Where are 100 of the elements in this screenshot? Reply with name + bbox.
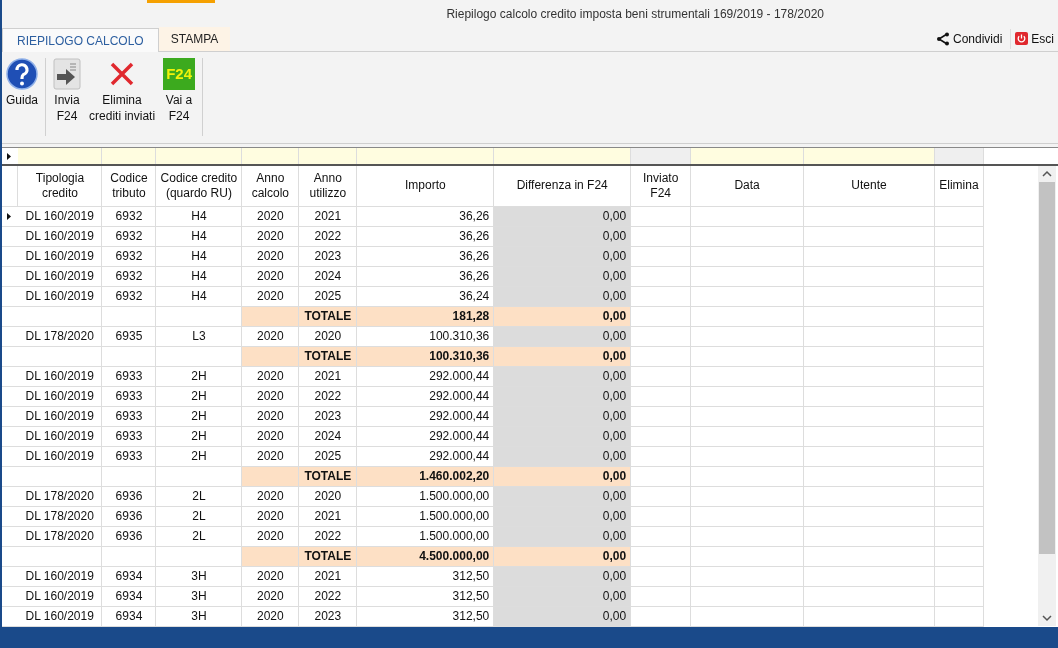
table-cell: 2020 bbox=[241, 226, 299, 246]
table-cell: 6936 bbox=[101, 486, 156, 506]
scroll-down-icon[interactable] bbox=[1042, 614, 1052, 622]
column-header[interactable]: Anno utilizzo bbox=[298, 166, 357, 206]
filter-cell[interactable] bbox=[156, 148, 242, 164]
filter-cell[interactable] bbox=[18, 148, 102, 164]
column-header[interactable]: Elimina bbox=[934, 166, 984, 206]
table-cell: 6934 bbox=[101, 586, 156, 606]
table-cell: 2021 bbox=[298, 366, 357, 386]
table-cell: 6936 bbox=[101, 526, 156, 546]
filter-cell[interactable] bbox=[494, 148, 631, 164]
table-cell: 2020 bbox=[298, 486, 357, 506]
table-cell: 2020 bbox=[241, 446, 299, 466]
help-button[interactable]: Guida bbox=[2, 58, 43, 108]
table-cell: 2020 bbox=[241, 246, 299, 266]
column-header[interactable]: Importo bbox=[356, 166, 494, 206]
table-cell: 2H bbox=[155, 406, 242, 426]
table-cell: DL 178/2020 bbox=[18, 526, 102, 546]
table-cell: DL 178/2020 bbox=[18, 506, 102, 526]
table-cell: 36,24 bbox=[356, 286, 494, 306]
table-cell: 2022 bbox=[298, 226, 357, 246]
table-cell: 2H bbox=[155, 366, 242, 386]
filter-cell[interactable] bbox=[804, 148, 935, 164]
table-cell: DL 160/2019 bbox=[18, 586, 102, 606]
table-cell: DL 178/2020 bbox=[18, 326, 102, 346]
table-cell: DL 160/2019 bbox=[18, 446, 102, 466]
column-header[interactable]: Tipologia credito bbox=[18, 166, 102, 206]
table-cell: 6934 bbox=[101, 606, 156, 626]
table-cell: DL 160/2019 bbox=[18, 226, 102, 246]
exit-button[interactable]: Esci bbox=[1010, 28, 1058, 49]
table-cell: 292.000,44 bbox=[356, 426, 494, 446]
table-cell: 2023 bbox=[298, 246, 357, 266]
table-cell: 292.000,44 bbox=[356, 386, 494, 406]
table-cell: 2020 bbox=[241, 266, 299, 286]
delete-button[interactable]: Elimina crediti inviati bbox=[85, 58, 160, 124]
table-cell: 1.500.000,00 bbox=[356, 526, 494, 546]
table-cell: 2020 bbox=[241, 586, 299, 606]
table-cell: 2L bbox=[155, 506, 242, 526]
row-pointer-icon bbox=[7, 152, 11, 160]
table-cell: 2020 bbox=[241, 426, 299, 446]
table-cell: 2020 bbox=[241, 526, 299, 546]
send-icon bbox=[53, 58, 82, 90]
table-cell: 1.500.000,00 bbox=[356, 506, 494, 526]
table-cell: 6932 bbox=[101, 246, 156, 266]
table-cell: 2020 bbox=[241, 206, 299, 226]
table-cell: DL 160/2019 bbox=[18, 266, 102, 286]
help-icon bbox=[6, 58, 38, 90]
table-cell: 2021 bbox=[298, 206, 357, 226]
table-cell: 100.310,36 bbox=[356, 326, 494, 346]
table-cell: 2H bbox=[155, 426, 242, 446]
send-button[interactable]: Invia F24 bbox=[49, 58, 86, 124]
table-cell: 6933 bbox=[101, 426, 156, 446]
filter-cell[interactable] bbox=[631, 148, 691, 164]
table-cell: 312,50 bbox=[356, 566, 494, 586]
column-header[interactable]: Utente bbox=[803, 166, 935, 206]
filter-cell[interactable] bbox=[357, 148, 494, 164]
table-cell: H4 bbox=[155, 206, 242, 226]
tab[interactable]: STAMPA bbox=[158, 27, 231, 51]
f24-logo: F24 bbox=[163, 58, 196, 90]
table-cell: 36,26 bbox=[356, 266, 494, 286]
f24-button[interactable]: F24 Vai a F24 bbox=[159, 58, 200, 124]
table-cell: 6934 bbox=[101, 566, 156, 586]
scroll-up-icon[interactable] bbox=[1042, 170, 1052, 178]
scroll-thumb[interactable] bbox=[1039, 182, 1055, 554]
table-cell: 2020 bbox=[241, 606, 299, 626]
tab[interactable]: RIEPILOGO CALCOLO bbox=[2, 28, 159, 52]
table-cell: 312,50 bbox=[356, 586, 494, 606]
column-header[interactable]: Codice credito (quardo RU) bbox=[155, 166, 242, 206]
table-cell: 6933 bbox=[101, 386, 156, 406]
column-header[interactable]: Differenza in F24 bbox=[493, 166, 631, 206]
column-header[interactable]: Anno calcolo bbox=[241, 166, 299, 206]
table-cell: 2020 bbox=[241, 286, 299, 306]
table-cell: 2020 bbox=[241, 386, 299, 406]
table-cell: 2020 bbox=[241, 366, 299, 386]
table-cell: 2025 bbox=[298, 286, 357, 306]
table-cell: DL 160/2019 bbox=[18, 386, 102, 406]
filter-cell[interactable] bbox=[935, 148, 984, 164]
table-cell: DL 160/2019 bbox=[18, 606, 102, 626]
table-cell: 292.000,44 bbox=[356, 406, 494, 426]
window-title: Riepilogo calcolo credito imposta beni strumentali 169/2019 - 178/2020 bbox=[446, 6, 824, 23]
scrollbar[interactable] bbox=[1038, 166, 1056, 626]
table-cell: 6932 bbox=[101, 266, 156, 286]
filter-cell[interactable] bbox=[691, 148, 804, 164]
column-header[interactable]: Inviato F24 bbox=[630, 166, 691, 206]
filter-cell[interactable] bbox=[102, 148, 156, 164]
power-icon bbox=[1015, 32, 1029, 45]
table-cell: 3H bbox=[155, 586, 242, 606]
column-header[interactable]: Codice tributo bbox=[101, 166, 156, 206]
share-button[interactable]: Condividi bbox=[931, 28, 1007, 49]
table-cell: 6932 bbox=[101, 286, 156, 306]
table-cell: 2H bbox=[155, 446, 242, 466]
filter-cell[interactable] bbox=[242, 148, 299, 164]
table-cell: 2020 bbox=[241, 406, 299, 426]
table-cell: DL 160/2019 bbox=[18, 206, 102, 226]
table-cell: 6933 bbox=[101, 446, 156, 466]
table-cell: 2023 bbox=[298, 606, 357, 626]
filter-cell[interactable] bbox=[299, 148, 357, 164]
column-header[interactable]: Data bbox=[690, 166, 804, 206]
table-cell: H4 bbox=[155, 226, 242, 246]
table-cell: 2L bbox=[155, 486, 242, 506]
